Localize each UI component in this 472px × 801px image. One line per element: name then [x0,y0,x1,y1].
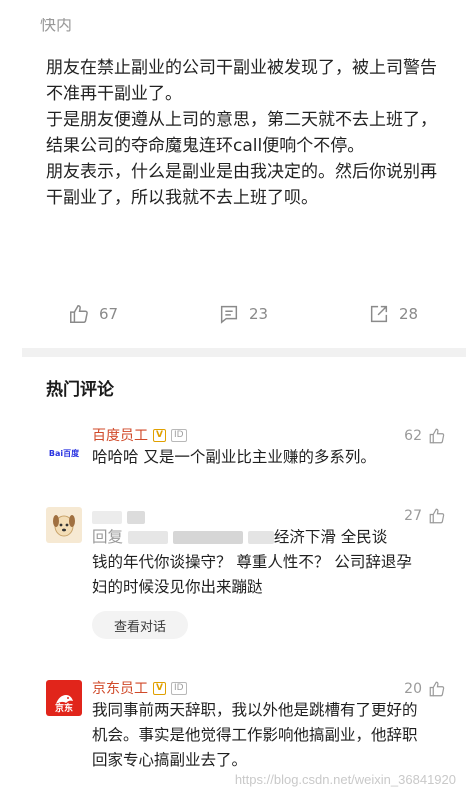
id-badge: ID [170,428,187,442]
comment-like-button[interactable]: 27 [404,507,446,525]
comment-text-line1: 经济下滑 全民谈 [273,528,388,546]
comment-text: 哈哈哈 又是一个副业比主业赚的多系列。 [92,448,376,466]
comment-like-button[interactable]: 62 [404,427,446,445]
blurred-username [92,511,122,524]
reply-prefix: 回复 [92,528,124,546]
comment-like-count: 27 [404,508,422,524]
thumbs-up-icon [429,508,445,524]
comment-text: 我同事前两天辞职，我以外他是跳槽有了更好的机会。事实是他觉得工作影响他搞副业，他… [92,701,418,769]
blurred-text [247,531,274,544]
avatar[interactable]: Bai百度 [46,435,82,471]
share-icon [370,305,388,323]
post-paragraph: 朋友表示，什么是副业是由我决定的。然后你说别再干副业了，所以我就不去上班了呗。 [46,162,437,208]
verified-badge: V [153,428,166,442]
share-count: 28 [399,305,419,323]
username[interactable]: 京东员工 [92,678,148,698]
blurred-badge [127,511,145,524]
section-divider [22,348,466,357]
comment-like-button[interactable]: 20 [404,680,446,698]
thumbs-up-icon [70,305,88,323]
like-count: 67 [99,305,119,323]
username[interactable]: 百度员工 [92,425,148,445]
jd-logo-text: 京东 [54,704,73,714]
comment-button[interactable]: 23 [218,303,268,325]
post-action-bar: 67 23 28 [0,303,472,327]
avatar[interactable]: 京东 [46,680,82,716]
comment-text-rest: 钱的年代你谈操守？ 尊重人性不？ 公司辞退孕妇的时候没见你出来蹦跶 [92,553,412,596]
thumbs-up-icon [429,428,445,444]
thumbs-up-icon [429,681,445,697]
hot-comments-title: 热门评论 [46,380,114,400]
post-paragraph: 于是朋友便遵从上司的意思，第二天就不去上班了，结果公司的夺命魔鬼连环call便响… [46,110,437,156]
comment-user-row [92,511,145,524]
dog-avatar-icon [53,515,75,537]
view-conversation-button[interactable]: 查看对话 [92,611,188,639]
like-button[interactable]: 67 [68,303,118,325]
comment-icon [220,305,238,324]
watermark: https://blog.csdn.net/weixin_36841920 [234,772,456,787]
post-paragraph: 朋友在禁止副业的公司干副业被发现了，被上司警告不准再干副业了。 [46,58,437,104]
comment-text: 回复 经济下滑 全民谈 钱的年代你谈操守？ 尊重人性不？ 公司辞退孕妇的时候没见… [92,525,422,600]
blurred-text [172,531,243,544]
comment-like-count: 62 [404,428,422,444]
verified-badge: V [153,681,166,695]
avatar[interactable] [46,507,82,543]
comment-user-row: 京东员工 V ID [92,678,187,698]
share-button[interactable]: 28 [368,303,418,325]
id-badge: ID [170,681,187,695]
baidu-logo: Bai百度 [48,448,80,458]
previous-content-cut: 快内 [40,18,73,34]
blurred-text [127,531,168,544]
comment-like-count: 20 [404,681,422,697]
post-body: 朋友在禁止副业的公司干副业被发现了，被上司警告不准再干副业了。 于是朋友便遵从上… [46,55,446,211]
comment-user-row: 百度员工 V ID [92,425,187,445]
comment-count: 23 [249,305,269,323]
